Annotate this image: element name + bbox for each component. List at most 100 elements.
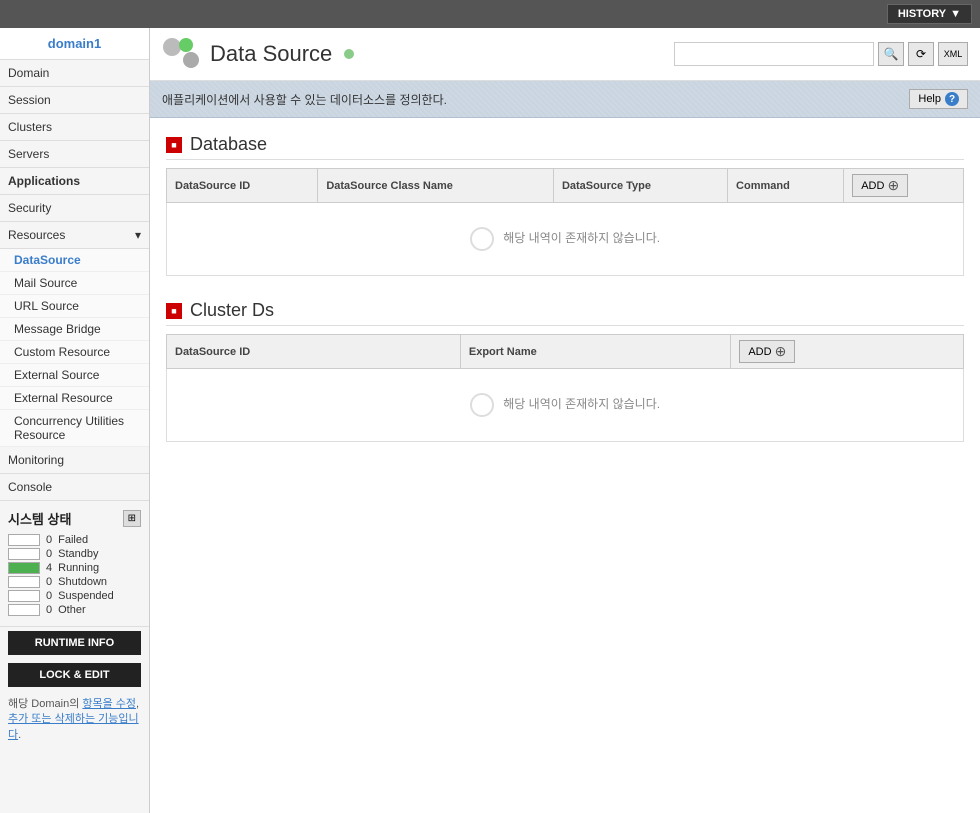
cluster-add-plus-icon: ⊕ — [775, 343, 787, 360]
database-empty-spinner — [470, 227, 494, 251]
system-status-icon-btn[interactable]: ⊞ — [123, 510, 141, 527]
cluster-add-button[interactable]: ADD ⊕ — [739, 340, 795, 363]
cluster-add-label: ADD — [748, 346, 771, 358]
status-count-standby: 0 — [46, 548, 52, 560]
sidebar-item-mail-source[interactable]: Mail Source — [0, 272, 149, 295]
database-section: ■ Database DataSource ID DataSource Clas… — [166, 134, 964, 276]
status-label-suspended: Suspended — [58, 590, 114, 602]
main-layout: domain1 Domain Session Clusters Servers … — [0, 28, 980, 813]
runtime-info-button[interactable]: RUNTIME INFO — [8, 631, 141, 655]
database-table: DataSource ID DataSource Class Name Data… — [166, 168, 964, 276]
system-status-title: 시스템 상태 — [8, 509, 71, 528]
status-count-running: 4 — [46, 562, 52, 574]
search-input[interactable] — [674, 42, 874, 66]
sidebar-item-custom-resource[interactable]: Custom Resource — [0, 341, 149, 364]
cluster-section-name: Cluster Ds — [190, 300, 274, 321]
help-icon: ? — [945, 92, 959, 106]
export-button[interactable]: XML — [938, 42, 968, 66]
status-row-failed: 0 Failed — [8, 534, 141, 546]
sidebar-domain[interactable]: domain1 — [0, 28, 149, 60]
cl-add-cell: ADD ⊕ — [731, 335, 964, 369]
sidebar-item-datasource[interactable]: DataSource — [0, 249, 149, 272]
db-add-cell: ADD ⊕ — [844, 169, 964, 203]
database-add-plus-icon: ⊕ — [887, 177, 899, 194]
search-button[interactable]: 🔍 — [878, 42, 904, 66]
sidebar-item-console[interactable]: Console — [0, 474, 149, 501]
sidebar-item-external-source[interactable]: External Source — [0, 364, 149, 387]
sidebar-resources-label: Resources — [8, 228, 65, 242]
icon-circle-2 — [179, 38, 193, 52]
sidebar-item-security[interactable]: Security — [0, 195, 149, 222]
header-search-area: 🔍 ⟳ XML — [674, 42, 968, 66]
info-text: 애플리케이션에서 사용할 수 있는 데이터소스를 정의한다. — [162, 91, 447, 108]
sidebar-item-domain[interactable]: Domain — [0, 60, 149, 87]
sidebar-item-url-source[interactable]: URL Source — [0, 295, 149, 318]
page-status-dot — [344, 49, 354, 59]
lock-edit-button[interactable]: LOCK & EDIT — [8, 663, 141, 687]
note-link-modify[interactable]: 항목을 수정 — [82, 698, 136, 710]
history-button[interactable]: HISTORY ▼ — [887, 4, 972, 24]
db-col-type: DataSource Type — [553, 169, 727, 203]
sidebar-item-clusters[interactable]: Clusters — [0, 114, 149, 141]
page-title: Data Source — [210, 41, 332, 67]
database-section-title: ■ Database — [166, 134, 964, 160]
top-bar: HISTORY ▼ — [0, 0, 980, 28]
info-bar: 애플리케이션에서 사용할 수 있는 데이터소스를 정의한다. Help ? — [150, 81, 980, 118]
content-body: ■ Database DataSource ID DataSource Clas… — [150, 118, 980, 813]
status-label-standby: Standby — [58, 548, 98, 560]
sidebar-item-concurrency[interactable]: Concurrency Utilities Resource — [0, 410, 149, 447]
cluster-section-title: ■ Cluster Ds — [166, 300, 964, 326]
note-link-add[interactable]: 추가 또는 삭 — [8, 713, 65, 725]
database-empty-row: 해당 내역이 존재하지 않습니다. — [167, 203, 964, 276]
cluster-empty-text: 해당 내역이 존재하지 않습니다. — [503, 397, 660, 411]
db-col-command: Command — [728, 169, 844, 203]
status-bar-running — [8, 562, 40, 574]
cluster-table: DataSource ID Export Name ADD ⊕ — [166, 334, 964, 442]
content-area: Data Source 🔍 ⟳ XML 애플리케이션에서 사용할 수 있는 데이… — [150, 28, 980, 813]
sidebar-item-resources[interactable]: Resources ▾ — [0, 222, 149, 249]
status-row-standby: 0 Standby — [8, 548, 141, 560]
content-header: Data Source 🔍 ⟳ XML — [150, 28, 980, 81]
cluster-flag-icon: ■ — [166, 303, 182, 319]
status-bar-suspended — [8, 590, 40, 602]
sidebar-resources-arrow: ▾ — [135, 228, 141, 242]
sidebar-item-external-resource[interactable]: External Resource — [0, 387, 149, 410]
status-count-other: 0 — [46, 604, 52, 616]
cl-col-id: DataSource ID — [167, 335, 461, 369]
icon-circle-3 — [183, 52, 199, 68]
database-add-button[interactable]: ADD ⊕ — [852, 174, 908, 197]
page-title-area: Data Source — [162, 36, 354, 72]
status-count-failed: 0 — [46, 534, 52, 546]
status-bar-failed — [8, 534, 40, 546]
history-label: HISTORY — [898, 8, 946, 20]
cluster-empty-cell: 해당 내역이 존재하지 않습니다. — [167, 369, 964, 442]
database-section-name: Database — [190, 134, 267, 155]
db-col-id: DataSource ID — [167, 169, 318, 203]
sidebar-item-message-bridge[interactable]: Message Bridge — [0, 318, 149, 341]
status-row-running: 4 Running — [8, 562, 141, 574]
status-row-shutdown: 0 Shutdown — [8, 576, 141, 588]
status-bar-shutdown — [8, 576, 40, 588]
help-button[interactable]: Help ? — [909, 89, 968, 109]
database-empty-cell: 해당 내역이 존재하지 않습니다. — [167, 203, 964, 276]
refresh-button[interactable]: ⟳ — [908, 42, 934, 66]
status-count-suspended: 0 — [46, 590, 52, 602]
status-bar-other — [8, 604, 40, 616]
page-icon — [162, 36, 202, 72]
status-row-other: 0 Other — [8, 604, 141, 616]
sidebar: domain1 Domain Session Clusters Servers … — [0, 28, 150, 813]
database-add-label: ADD — [861, 180, 884, 192]
status-label-failed: Failed — [58, 534, 88, 546]
sidebar-item-monitoring[interactable]: Monitoring — [0, 447, 149, 474]
status-label-shutdown: Shutdown — [58, 576, 107, 588]
cluster-empty-row: 해당 내역이 존재하지 않습니다. — [167, 369, 964, 442]
system-status-panel: 시스템 상태 ⊞ 0 Failed 0 Standby 4 Running 0 — [0, 501, 149, 627]
sidebar-item-applications[interactable]: Applications — [0, 168, 149, 195]
status-label-running: Running — [58, 562, 99, 574]
sidebar-item-servers[interactable]: Servers — [0, 141, 149, 168]
database-empty-text: 해당 내역이 존재하지 않습니다. — [503, 231, 660, 245]
help-label: Help — [918, 93, 941, 105]
sidebar-item-session[interactable]: Session — [0, 87, 149, 114]
status-count-shutdown: 0 — [46, 576, 52, 588]
history-arrow: ▼ — [950, 8, 961, 20]
